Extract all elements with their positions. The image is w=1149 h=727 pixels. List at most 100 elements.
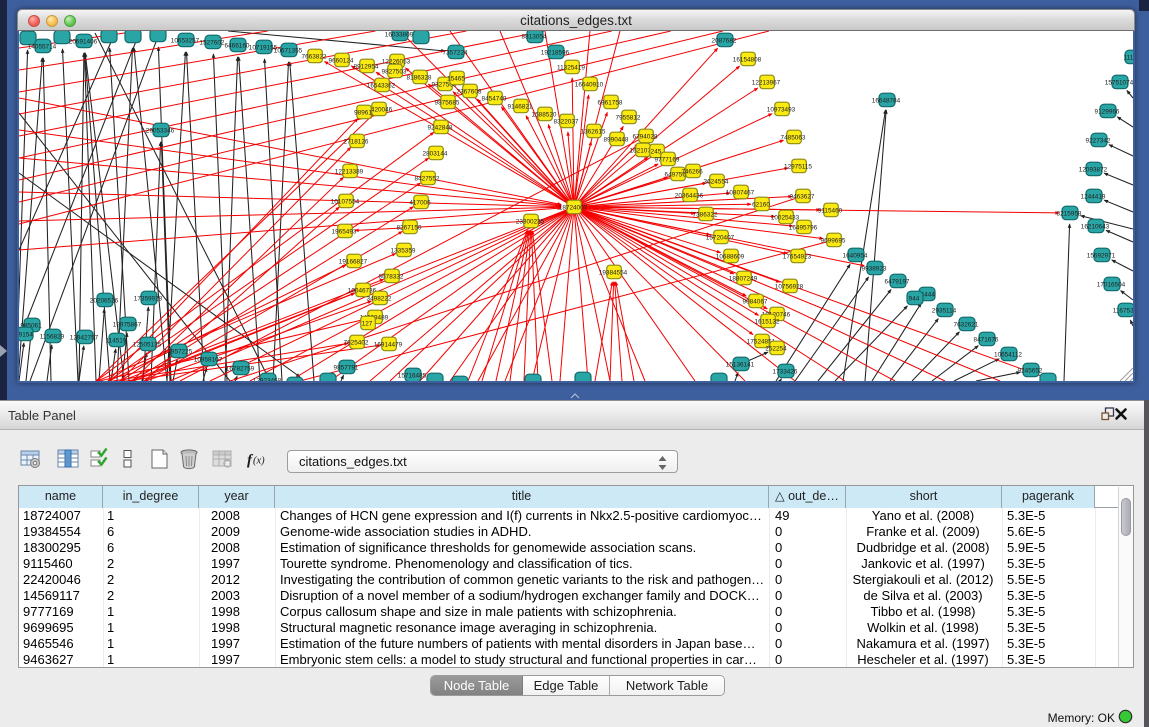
svg-text:252254: 252254 <box>765 346 787 353</box>
svg-text:15465: 15465 <box>447 76 465 83</box>
svg-text:2935114: 2935114 <box>932 308 957 315</box>
svg-text:9875685: 9875685 <box>435 100 460 107</box>
svg-text:7625402: 7625402 <box>344 340 369 347</box>
svg-text:15136141: 15136141 <box>726 362 755 369</box>
svg-text:17654923: 17654923 <box>783 254 812 261</box>
svg-text:9227342: 9227342 <box>1086 138 1111 145</box>
svg-text:9129966: 9129966 <box>1095 109 1120 116</box>
svg-text:1640954: 1640954 <box>843 253 868 260</box>
svg-text:9245652: 9245652 <box>1018 368 1043 375</box>
svg-text:98961: 98961 <box>354 110 372 117</box>
svg-text:16154808: 16154808 <box>733 57 762 64</box>
svg-text:8454749: 8454749 <box>482 96 507 103</box>
svg-text:15692971: 15692971 <box>1087 253 1116 260</box>
svg-text:6479197: 6479197 <box>885 279 910 286</box>
svg-text:2718126: 2718126 <box>344 139 369 146</box>
svg-text:11174: 11174 <box>1124 55 1133 62</box>
svg-text:39154: 39154 <box>19 332 33 339</box>
svg-text:8990448: 8990448 <box>604 137 629 144</box>
svg-text:114519: 114519 <box>106 338 127 345</box>
svg-text:23300235: 23300235 <box>516 219 545 226</box>
svg-text:16914479: 16914479 <box>374 342 403 349</box>
svg-text:18724007: 18724007 <box>559 205 588 212</box>
svg-text:16543362: 16543362 <box>367 83 396 90</box>
svg-text:1156829: 1156829 <box>40 334 65 341</box>
svg-text:10756928: 10756928 <box>775 284 804 291</box>
svg-text:10671355: 10671355 <box>274 48 303 55</box>
svg-text:17359928: 17359928 <box>134 296 163 303</box>
svg-text:8186328: 8186328 <box>407 75 432 82</box>
svg-text:15716485: 15716485 <box>398 373 427 380</box>
svg-text:6794028: 6794028 <box>633 134 658 141</box>
svg-text:12942757: 12942757 <box>70 335 99 342</box>
svg-text:19384554: 19384554 <box>599 270 628 277</box>
svg-text:1167533: 1167533 <box>1113 308 1133 315</box>
svg-text:16648784: 16648784 <box>872 98 901 105</box>
svg-text:6961758: 6961758 <box>598 100 623 107</box>
svg-text:9938923: 9938923 <box>862 266 887 273</box>
svg-text:7357224: 7357224 <box>443 50 468 57</box>
svg-text:12975115: 12975115 <box>784 164 812 171</box>
svg-text:16033809: 16033809 <box>385 32 414 39</box>
svg-text:944: 944 <box>909 296 920 303</box>
svg-text:19218596: 19218596 <box>541 50 570 57</box>
svg-text:417006: 417006 <box>409 200 431 207</box>
svg-text:6466160: 6466160 <box>225 43 250 50</box>
svg-text:1965493: 1965493 <box>332 229 357 236</box>
svg-text:17016504: 17016504 <box>1097 282 1126 289</box>
svg-text:16640910: 16640910 <box>575 82 604 89</box>
svg-text:14055714: 14055714 <box>28 44 57 51</box>
svg-text:9699695: 9699695 <box>821 238 846 245</box>
svg-text:8267150: 8267150 <box>397 225 422 232</box>
svg-text:2803144: 2803144 <box>423 151 448 158</box>
svg-text:9463627: 9463627 <box>790 194 815 201</box>
svg-text:29053346: 29053346 <box>146 128 175 135</box>
svg-text:1733426: 1733426 <box>773 369 798 376</box>
svg-text:9115460: 9115460 <box>818 208 843 215</box>
svg-text:1615132: 1615132 <box>755 319 780 326</box>
svg-text:10107554: 10107554 <box>331 199 360 206</box>
svg-text:16210643: 16210643 <box>1081 224 1110 231</box>
svg-text:(x): (x) <box>253 456 265 467</box>
svg-text:8322037: 8322037 <box>554 119 579 126</box>
svg-text:1362615: 1362615 <box>581 129 606 136</box>
svg-text:20206526: 20206526 <box>90 298 119 305</box>
svg-text:746266: 746266 <box>681 169 703 176</box>
svg-text:12505135: 12505135 <box>133 342 162 349</box>
svg-text:7386322: 7386322 <box>693 212 718 219</box>
svg-text:9777169: 9777169 <box>655 157 680 164</box>
svg-text:17957225: 17957225 <box>164 349 193 356</box>
svg-text:18807249: 18807249 <box>729 276 758 283</box>
svg-text:1527602: 1527602 <box>200 40 225 47</box>
svg-text:9084067: 9084067 <box>743 299 768 306</box>
svg-text:16495796: 16495796 <box>789 225 818 232</box>
svg-text:16782759: 16782759 <box>226 366 255 373</box>
svg-text:9827503: 9827503 <box>382 69 407 76</box>
svg-text:12093872: 12093872 <box>1079 167 1108 174</box>
svg-text:2367608: 2367608 <box>457 89 482 96</box>
svg-text:1244419: 1244419 <box>1081 194 1106 201</box>
svg-text:9857791: 9857791 <box>334 365 359 372</box>
svg-text:20364436: 20364436 <box>675 193 704 200</box>
svg-text:9146821: 9146821 <box>508 104 533 111</box>
svg-text:10958107: 10958107 <box>194 357 223 364</box>
svg-text:8813054: 8813054 <box>522 34 547 41</box>
svg-text:10688609: 10688609 <box>716 254 745 261</box>
svg-text:7485063: 7485063 <box>781 135 806 142</box>
svg-text:10654112: 10654112 <box>994 352 1022 359</box>
svg-text:3624554: 3624554 <box>704 179 729 186</box>
svg-text:10025433: 10025433 <box>771 215 800 222</box>
svg-text:11325419: 11325419 <box>557 65 585 72</box>
svg-text:15720407: 15720407 <box>706 235 735 242</box>
svg-text:8912954: 8912954 <box>354 64 379 71</box>
svg-text:20691406: 20691406 <box>69 39 98 46</box>
svg-text:7632621: 7632621 <box>954 322 979 329</box>
svg-text:15751074: 15751074 <box>1105 80 1133 87</box>
svg-text:245: 245 <box>651 149 662 156</box>
svg-text:19166827: 19166827 <box>339 259 368 266</box>
svg-text:8678332: 8678332 <box>379 274 404 281</box>
svg-text:12923468: 12923468 <box>253 378 282 382</box>
svg-text:9660124: 9660124 <box>329 58 354 65</box>
svg-text:62160: 62160 <box>752 202 770 209</box>
svg-text:127: 127 <box>362 321 373 328</box>
